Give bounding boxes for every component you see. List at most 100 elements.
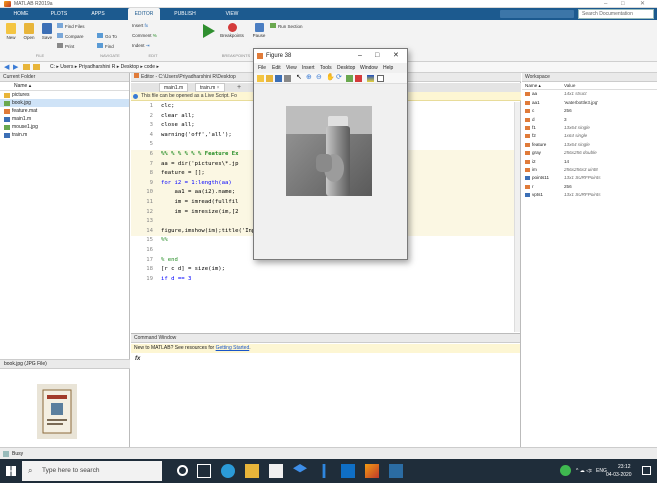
tab-home[interactable]: HOME (8, 8, 34, 20)
tab-main1-m[interactable]: main1.m (159, 83, 189, 92)
open-file-icon[interactable] (266, 75, 273, 82)
figure-window[interactable]: Figure 38 – □ ✕ File Edit View Insert To… (253, 48, 408, 260)
insert-button[interactable]: Insert fx (132, 23, 154, 28)
table-row[interactable]: im 256x256x3 uint8 (522, 166, 657, 174)
notifications-icon[interactable] (642, 466, 651, 475)
back-arrow-icon[interactable]: ◀ (4, 63, 9, 71)
insert-colorbar-icon[interactable] (367, 75, 374, 82)
figure-menu-insert[interactable]: Insert (302, 63, 315, 73)
tab-plots[interactable]: PLOTS (46, 8, 72, 20)
tray-icons[interactable]: ^ ☁ ◁ɪ (576, 459, 592, 483)
comment-button[interactable]: Comment % (132, 33, 160, 38)
matlab-figure-taskbar-icon[interactable] (389, 464, 403, 478)
figure-close-button[interactable]: ✕ (393, 49, 399, 63)
tab-editor[interactable]: EDITOR (128, 8, 160, 20)
figure-menu-desktop[interactable]: Desktop (337, 63, 355, 73)
table-row[interactable]: d3 (522, 116, 657, 124)
edge-browser-icon[interactable] (221, 464, 235, 478)
pan-icon[interactable]: ✋ (326, 73, 335, 81)
save-figure-icon[interactable] (275, 75, 282, 82)
browse-folder-icon[interactable] (33, 64, 40, 70)
table-row[interactable]: aa1'waterbottle3.jpg' (522, 99, 657, 107)
clock-time[interactable]: 23:12 (618, 464, 631, 470)
figure-menu-window[interactable]: Window (360, 63, 378, 73)
insert-legend-icon[interactable] (377, 75, 384, 82)
table-row[interactable]: f2 1x64 single (522, 132, 657, 140)
figure-menu-tools[interactable]: Tools (320, 63, 332, 73)
file-explorer-icon[interactable] (245, 464, 259, 478)
list-item[interactable]: mouse1.jpg (0, 123, 129, 131)
command-prompt[interactable]: fx (135, 356, 140, 362)
list-item[interactable]: main1.m (0, 115, 129, 123)
figure-menu-edit[interactable]: Edit (272, 63, 281, 73)
save-button[interactable]: Save (40, 23, 54, 40)
editor-scrollbar[interactable] (514, 102, 520, 332)
table-row[interactable]: feature 13x64 single (522, 141, 657, 149)
code-line[interactable]: 19 if d == 3 (131, 275, 516, 285)
forward-arrow-icon[interactable]: ▶ (13, 63, 18, 71)
app-icon[interactable] (322, 464, 326, 478)
brush-icon[interactable] (355, 75, 362, 82)
table-row[interactable]: vpts1 13x1 SURFPoints (522, 191, 657, 199)
list-item[interactable]: train.m (0, 131, 129, 139)
find-button[interactable]: Find (97, 43, 123, 49)
table-row[interactable]: i2 14 (522, 158, 657, 166)
quick-access-toolbar[interactable] (500, 10, 574, 18)
clock-date[interactable]: 04-03-2020 (606, 472, 632, 478)
figure-titlebar[interactable]: Figure 38 – □ ✕ (254, 49, 407, 63)
figure-menu-file[interactable]: File (258, 63, 266, 73)
mail-icon[interactable] (341, 464, 355, 478)
tab-publish[interactable]: PUBLISH (168, 8, 202, 20)
run-section-button[interactable]: Run Section (270, 23, 310, 29)
table-row[interactable]: gray 256x256 double (522, 149, 657, 157)
store-icon[interactable] (269, 464, 283, 478)
breakpoints-button[interactable]: Breakpoints (216, 23, 248, 38)
details-divider[interactable]: book.jpg (JPG File) (0, 359, 130, 369)
tab-apps[interactable]: APPS (86, 8, 110, 20)
run-icon[interactable] (203, 24, 215, 38)
figure-menu-view[interactable]: View (286, 63, 297, 73)
figure-maximize-button[interactable]: □ (375, 49, 379, 63)
task-view-icon[interactable] (197, 464, 211, 478)
table-row[interactable]: r 256 (522, 183, 657, 191)
weather-tray-icon[interactable] (560, 465, 571, 476)
indent-button[interactable]: Indent ⇥ (132, 43, 158, 48)
close-button[interactable]: ✕ (640, 0, 645, 8)
tab-train-m[interactable]: train.m × (195, 83, 225, 92)
minimize-button[interactable]: – (604, 0, 607, 8)
windows-start-icon[interactable] (6, 466, 16, 476)
rotate-icon[interactable]: ⟳ (336, 73, 342, 81)
up-folder-icon[interactable] (23, 64, 30, 70)
print-button[interactable]: Print (57, 43, 87, 49)
maximize-button[interactable]: □ (621, 0, 625, 8)
goto-button[interactable]: Go To (97, 33, 123, 39)
taskbar-search-input[interactable]: ⌕ Type here to search (22, 461, 162, 481)
zoom-out-icon[interactable]: ⊖ (316, 73, 322, 81)
data-cursor-icon[interactable] (346, 75, 353, 82)
list-item[interactable]: pictures (0, 91, 129, 99)
new-button[interactable]: New (4, 23, 18, 40)
breadcrumb[interactable]: C: ▸ Users ▸ Priyadharshini R ▸ Desktop … (50, 62, 159, 73)
tab-view[interactable]: VIEW (220, 8, 244, 20)
matlab-taskbar-icon[interactable] (365, 464, 379, 478)
list-item[interactable]: book.jpg (0, 99, 129, 107)
name-column-header[interactable]: Name ▴ (0, 82, 129, 91)
getting-started-link[interactable]: Getting Started (216, 345, 250, 351)
search-documentation-input[interactable]: Search Documentation (578, 9, 654, 19)
arrow-cursor-icon[interactable]: ↖ (296, 73, 302, 81)
pause-button[interactable]: Pause (248, 23, 270, 38)
cortana-icon[interactable] (177, 465, 188, 476)
figure-minimize-button[interactable]: – (358, 49, 362, 63)
figure-menu-help[interactable]: Help (383, 63, 393, 73)
zoom-in-icon[interactable]: ⊕ (306, 73, 312, 81)
table-row[interactable]: points11 13x1 SURFPoints (522, 174, 657, 182)
dropbox-icon[interactable] (293, 464, 307, 473)
find-files-button[interactable]: Find Files (57, 23, 89, 29)
new-tab-button[interactable]: + (237, 83, 241, 92)
language-indicator[interactable]: ENG (596, 459, 607, 483)
code-line[interactable]: 18 [r c d] = size(im); (131, 265, 516, 275)
table-row[interactable]: f1 13x64 single (522, 124, 657, 132)
compare-button[interactable]: Compare (57, 33, 91, 39)
table-row[interactable]: aa 14x1 struct (522, 90, 657, 98)
close-tab-icon[interactable]: × (217, 85, 220, 91)
